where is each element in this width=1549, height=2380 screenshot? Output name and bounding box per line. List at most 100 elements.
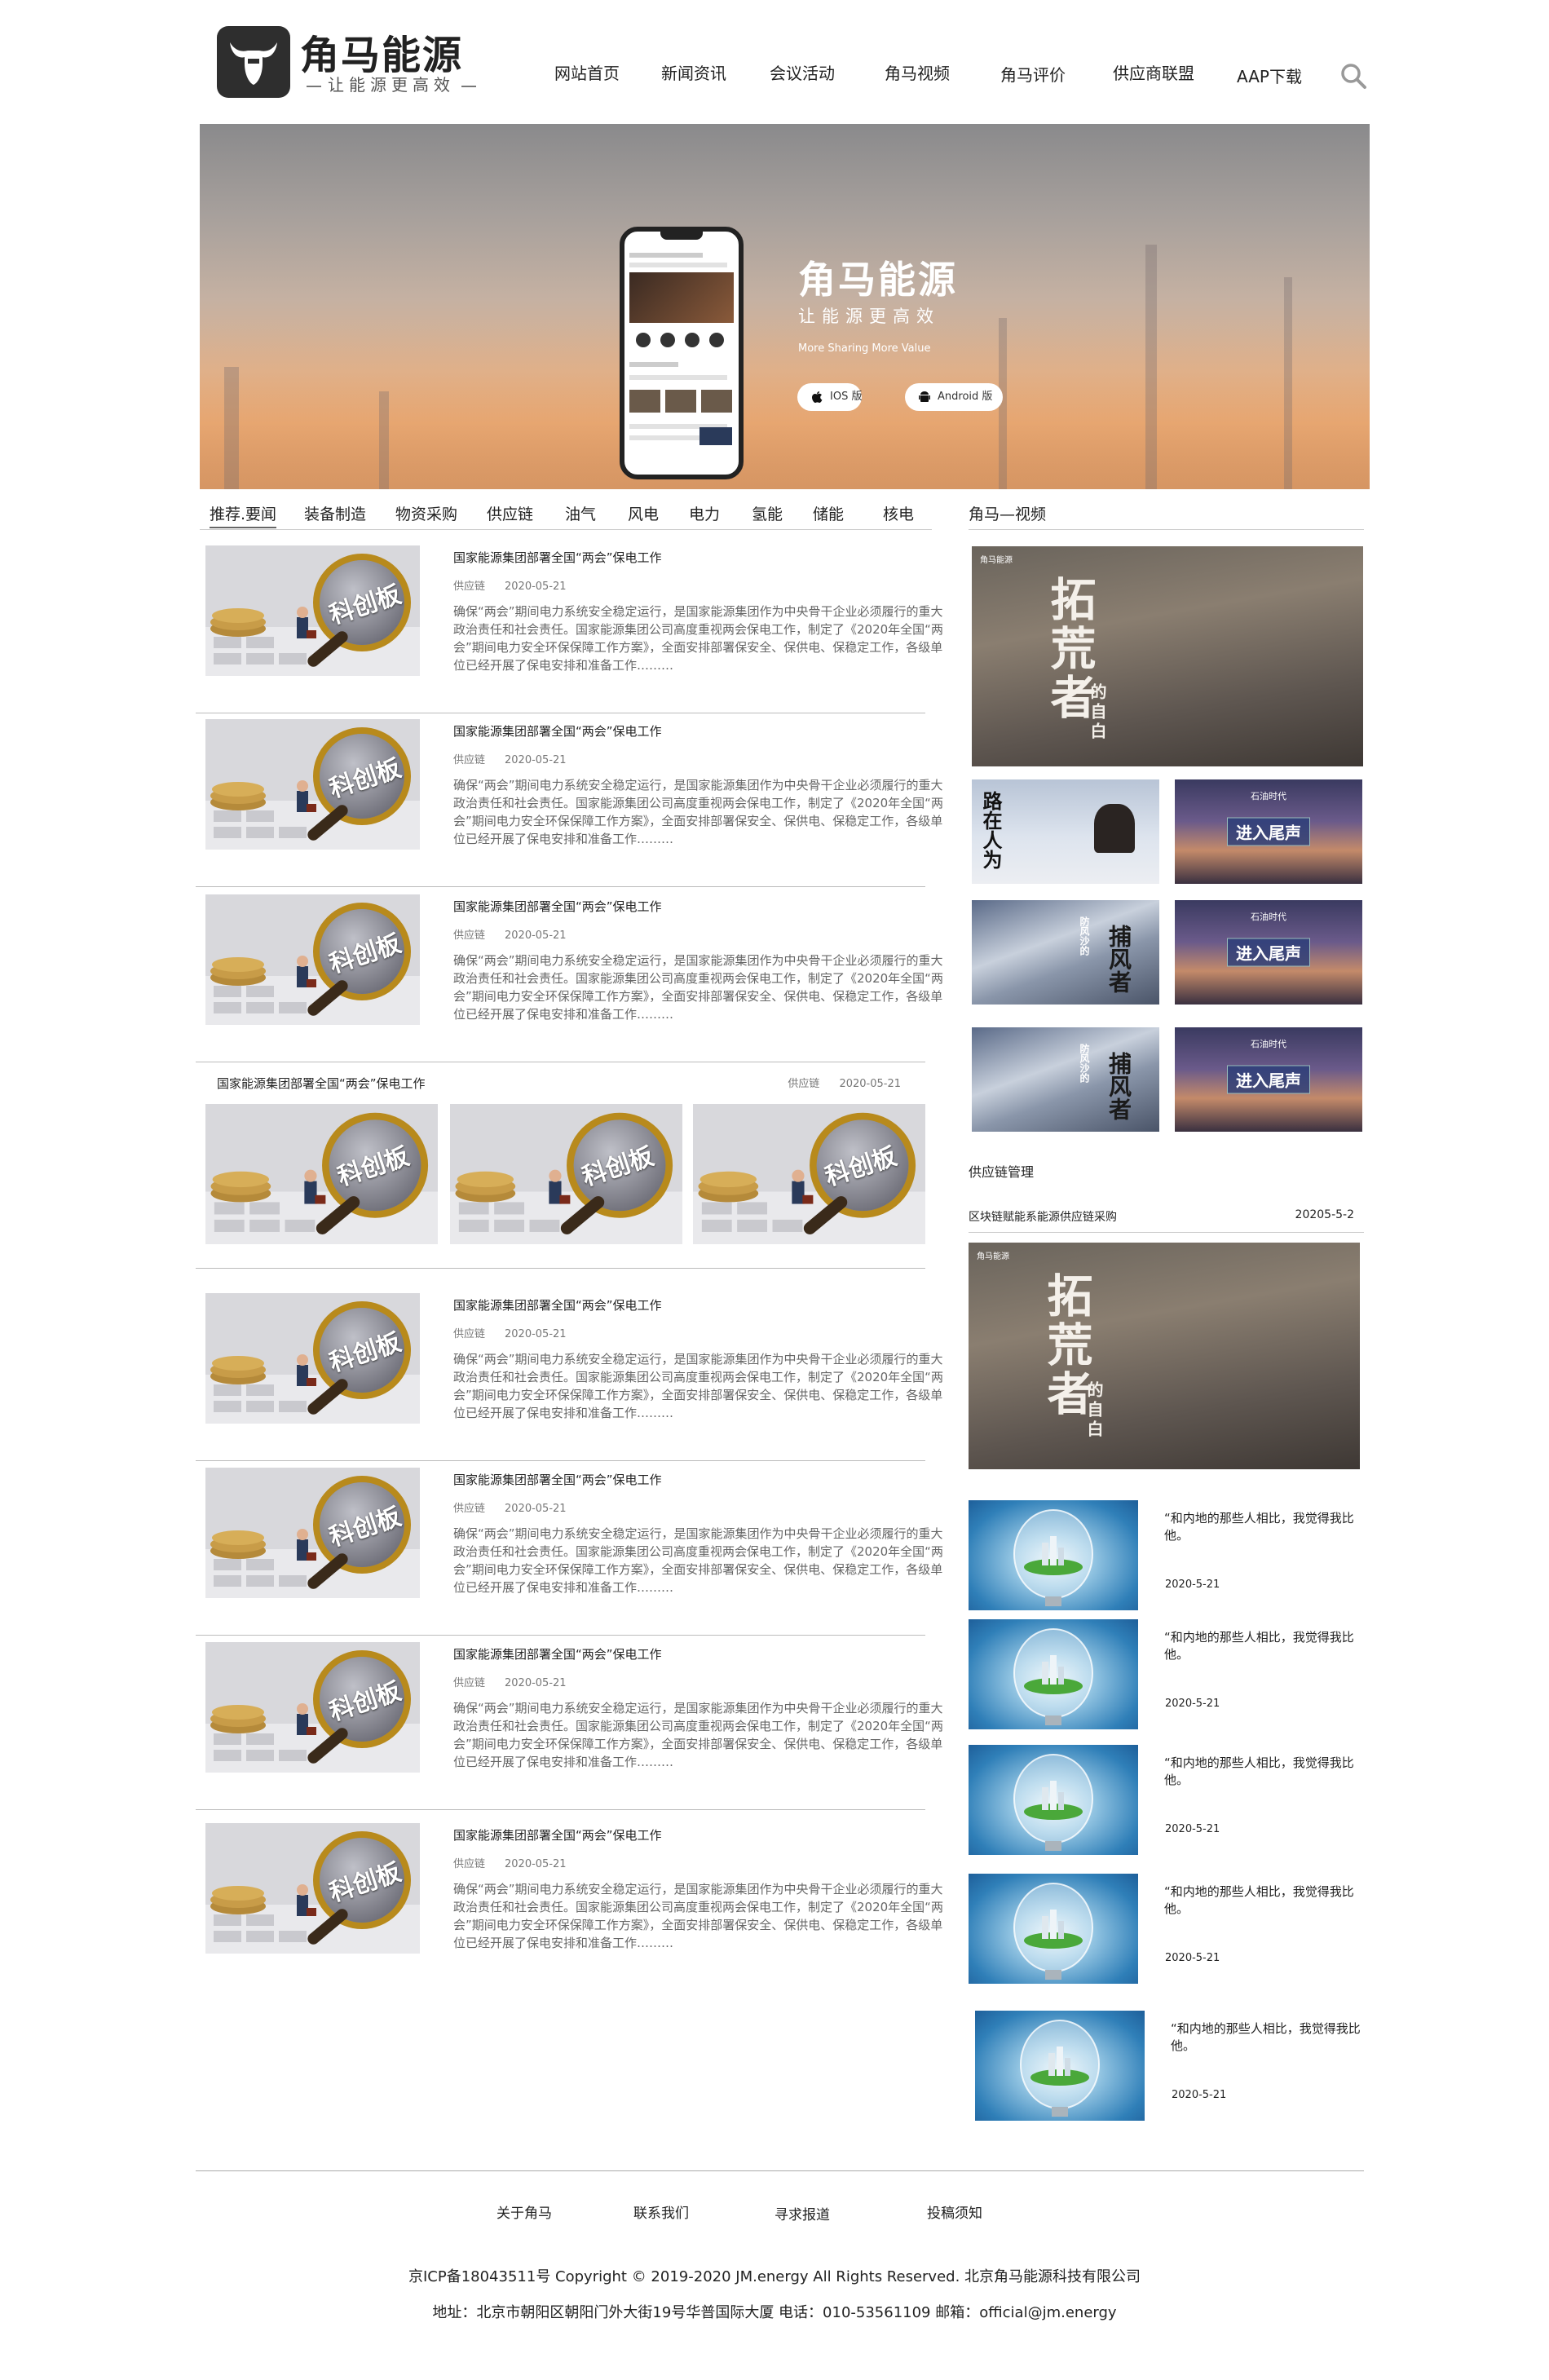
tab-recommended[interactable]: 推荐.要闻 — [210, 502, 277, 528]
video-thumb[interactable]: 捕风者 防风沙的 — [972, 900, 1159, 1005]
gallery-image[interactable]: 科创板 — [450, 1104, 682, 1244]
article-category: 供应链 — [453, 754, 486, 766]
tab-wind[interactable]: 风电 — [628, 502, 659, 524]
phone-ui-line — [629, 263, 727, 267]
article-item[interactable]: 科创板 国家能源集团部署全国“两会”保电工作 供应链 2020-05-21 确保“两会”… — [196, 1639, 943, 1810]
video-brand: 角马能源 — [977, 1252, 1009, 1261]
article-image[interactable]: 科创板 — [205, 1823, 420, 1954]
article-item[interactable]: 科创板 国家能源集团部署全国“两会”保电工作 供应链 2020-05-21 确保“两会”… — [196, 1290, 943, 1461]
gallery-article-title[interactable]: 国家能源集团部署全国“两会”保电工作 — [217, 1075, 426, 1092]
video-subtitle: 的自白 — [1088, 683, 1107, 742]
quote-text[interactable]: “和内地的那些人相比，我觉得我比他。 — [1164, 1755, 1360, 1789]
supply-article-image[interactable]: 角马能源 拓荒者 的自白 — [969, 1243, 1360, 1469]
phone-ui-line — [629, 253, 703, 258]
quote-item[interactable]: “和内地的那些人相比，我觉得我比他。 2020-5-21 — [969, 1500, 1364, 1614]
article-title[interactable]: 国家能源集团部署全国“两会”保电工作 — [453, 1471, 662, 1488]
footer-link-press[interactable]: 寻求报道 — [774, 2203, 830, 2223]
banner-pylon — [1145, 245, 1157, 489]
phone-hero-image — [629, 272, 734, 323]
video-brand: 石油时代 — [1251, 1039, 1286, 1049]
article-meta: 供应链 2020-05-21 — [453, 1855, 567, 1870]
article-image[interactable]: 科创板 — [205, 545, 420, 676]
footer-link-about[interactable]: 关于角马 — [496, 2201, 552, 2222]
video-title: 进入尾声 — [1227, 817, 1310, 846]
article-summary: 确保“两会”期间电力系统安全稳定运行，是国家能源集团作为中央骨干企业必须履行的重… — [453, 1526, 943, 1595]
ios-download-button[interactable]: IOS 版 — [797, 383, 863, 411]
video-section-heading[interactable]: 角马—视频 — [969, 499, 1364, 530]
video-thumb[interactable]: 石油时代 进入尾声 — [1175, 900, 1362, 1005]
article-title[interactable]: 国家能源集团部署全国“两会”保电工作 — [453, 549, 662, 566]
nav-news[interactable]: 新闻资讯 — [661, 60, 726, 84]
video-brand: 石油时代 — [1251, 912, 1286, 922]
video-title: 捕风者 — [1105, 925, 1132, 993]
banner-title: 角马能源 — [798, 258, 958, 302]
tab-oil-gas[interactable]: 油气 — [565, 502, 596, 524]
lightbulb-city-image[interactable] — [969, 1500, 1138, 1610]
hero-banner: 角马能源 让能源更高效 More Sharing More Value IOS … — [200, 124, 1370, 489]
quote-item[interactable]: “和内地的那些人相比，我觉得我比他。 2020-5-21 — [975, 2011, 1370, 2125]
quote-text[interactable]: “和内地的那些人相比，我觉得我比他。 — [1164, 1883, 1360, 1918]
tab-storage[interactable]: 储能 — [813, 502, 844, 524]
android-download-button[interactable]: Android 版 — [905, 383, 1003, 411]
supply-section-heading[interactable]: 供应链管理 — [969, 1161, 1034, 1181]
supply-article-row[interactable]: 区块链赋能系能源供应链采购 20205-5-2 — [969, 1205, 1364, 1233]
article-image[interactable]: 科创板 — [205, 1293, 420, 1424]
video-thumb[interactable]: 石油时代 进入尾声 — [1175, 779, 1362, 884]
android-label: Android 版 — [938, 391, 993, 403]
gallery-image[interactable]: 科创板 — [693, 1104, 925, 1244]
article-image[interactable]: 科创板 — [205, 894, 420, 1025]
quote-text[interactable]: “和内地的那些人相比，我觉得我比他。 — [1164, 1629, 1360, 1663]
nav-videos[interactable]: 角马视频 — [885, 60, 950, 84]
article-item[interactable]: 科创板 国家能源集团部署全国“两会”保电工作 供应链 2020-05-21 确保“两会”… — [196, 1464, 943, 1636]
nav-reviews[interactable]: 角马评价 — [1000, 62, 1066, 86]
video-thumb[interactable]: 石油时代 进入尾声 — [1175, 1027, 1362, 1132]
nav-home[interactable]: 网站首页 — [554, 60, 620, 84]
lightbulb-city-image[interactable] — [975, 2011, 1145, 2121]
tab-supply-chain[interactable]: 供应链 — [487, 502, 533, 524]
article-title[interactable]: 国家能源集团部署全国“两会”保电工作 — [453, 722, 662, 740]
supply-article-title[interactable]: 区块链赋能系能源供应链采购 — [969, 1208, 1117, 1225]
footer-link-submission[interactable]: 投稿须知 — [927, 2201, 982, 2222]
lightbulb-city-image[interactable] — [969, 1745, 1138, 1855]
lightbulb-city-image[interactable] — [969, 1874, 1138, 1984]
quote-item[interactable]: “和内地的那些人相比，我觉得我比他。 2020-5-21 — [969, 1874, 1364, 1988]
article-title[interactable]: 国家能源集团部署全国“两会”保电工作 — [453, 1645, 662, 1662]
nav-app-download[interactable]: AAP下载 — [1237, 64, 1302, 87]
nav-supplier-alliance[interactable]: 供应商联盟 — [1113, 60, 1194, 84]
article-item[interactable]: 科创板 国家能源集团部署全国“两会”保电工作 供应链 2020-05-21 确保“两会”… — [196, 891, 943, 1062]
article-image[interactable]: 科创板 — [205, 719, 420, 850]
article-date: 2020-05-21 — [505, 1503, 567, 1515]
tab-power[interactable]: 电力 — [689, 502, 720, 524]
article-item[interactable]: 科创板 国家能源集团部署全国“两会”保电工作 供应链 2020-05-21 确保“两会”… — [196, 542, 943, 713]
tab-procurement[interactable]: 物资采购 — [395, 502, 457, 524]
footer-link-contact[interactable]: 联系我们 — [633, 2201, 689, 2222]
tab-nuclear[interactable]: 核电 — [883, 502, 914, 524]
search-icon[interactable] — [1339, 62, 1367, 90]
video-featured[interactable]: 角马能源 拓荒者 的自白 — [972, 546, 1363, 766]
quote-item[interactable]: “和内地的那些人相比，我觉得我比他。 2020-5-21 — [969, 1745, 1364, 1859]
nav-events[interactable]: 会议活动 — [770, 60, 835, 84]
tab-equipment[interactable]: 装备制造 — [304, 502, 366, 524]
quote-text[interactable]: “和内地的那些人相比，我觉得我比他。 — [1164, 1510, 1360, 1544]
article-category: 供应链 — [453, 581, 486, 593]
article-title[interactable]: 国家能源集团部署全国“两会”保电工作 — [453, 1826, 662, 1844]
tab-hydrogen[interactable]: 氢能 — [752, 502, 783, 524]
quote-item[interactable]: “和内地的那些人相比，我觉得我比他。 2020-5-21 — [969, 1619, 1364, 1733]
phone-thumb — [701, 390, 732, 413]
quote-date: 2020-5-21 — [1165, 1698, 1220, 1710]
article-item[interactable]: 科创板 国家能源集团部署全国“两会”保电工作 供应链 2020-05-21 确保“两会”… — [196, 1820, 943, 1991]
article-image[interactable]: 科创板 — [205, 1642, 420, 1773]
quote-text[interactable]: “和内地的那些人相比，我觉得我比他。 — [1171, 2020, 1366, 2055]
gallery-image[interactable]: 科创板 — [205, 1104, 438, 1244]
gallery-article[interactable]: 国家能源集团部署全国“两会”保电工作 供应链 2020-05-21 科创板 科创板… — [196, 1066, 925, 1269]
article-title[interactable]: 国家能源集团部署全国“两会”保电工作 — [453, 898, 662, 915]
article-title[interactable]: 国家能源集团部署全国“两会”保电工作 — [453, 1296, 662, 1314]
video-thumb[interactable]: 捕风者 防风沙的 — [972, 1027, 1159, 1132]
phone-thumb — [699, 427, 732, 445]
article-item[interactable]: 科创板 国家能源集团部署全国“两会”保电工作 供应链 2020-05-21 确保“两会”… — [196, 716, 943, 887]
article-meta: 供应链 2020-05-21 — [453, 1674, 567, 1689]
video-thumb[interactable]: 路在人为 — [972, 779, 1159, 884]
article-image[interactable]: 科创板 — [205, 1468, 420, 1598]
phone-thumb — [665, 390, 696, 413]
lightbulb-city-image[interactable] — [969, 1619, 1138, 1729]
